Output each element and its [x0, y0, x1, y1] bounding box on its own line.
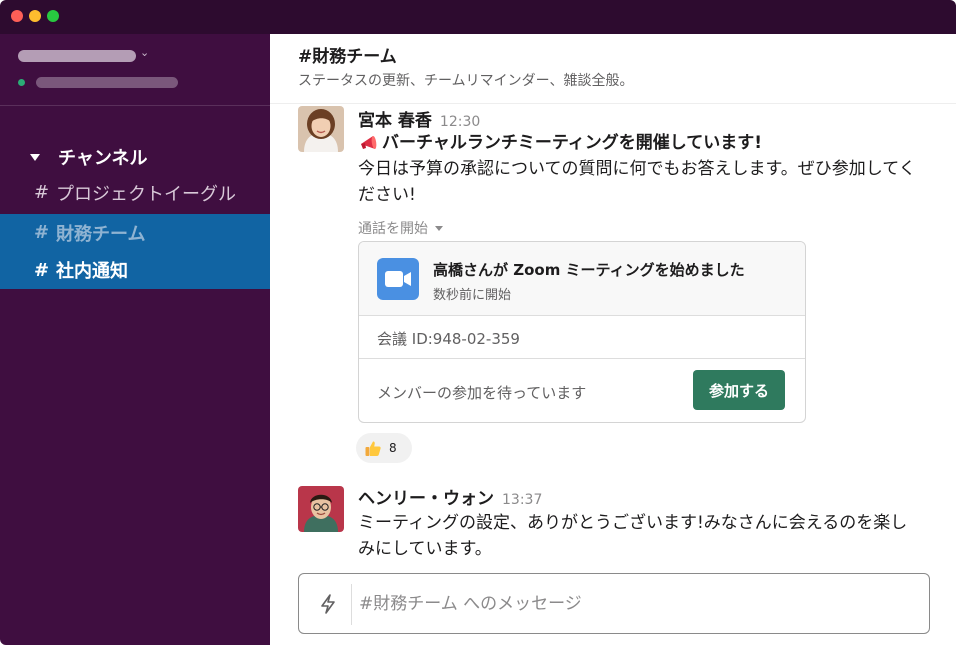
hash-icon: # — [34, 222, 50, 243]
chevron-down-icon: ⌄ — [140, 46, 150, 59]
sidebar-item-project-eagle[interactable]: # プロジェクトイーグル — [0, 174, 270, 211]
close-window-button[interactable] — [11, 10, 23, 22]
reaction-pill[interactable]: 8 — [356, 433, 412, 463]
waiting-text: メンバーの参加を待っています — [377, 384, 587, 402]
channel-view: #財務チーム ステータスの更新、チームリマインダー、雑談全般。 宮本 春香 12:… — [270, 34, 956, 645]
channel-header: #財務チーム ステータスの更新、チームリマインダー、雑談全般。 — [270, 34, 956, 104]
title-bar — [0, 0, 956, 34]
maximize-window-button[interactable] — [47, 10, 59, 22]
zoom-meeting-id-row: 会議 ID:948-02-359 — [359, 316, 805, 359]
message-headline: バーチャルランチミーティングを開催しています! — [358, 130, 762, 156]
sidebar: ⌄ チャンネル # プロジェクトイーグル # 財務チーム # 社内通知 — [0, 34, 270, 645]
user-name-placeholder — [36, 77, 178, 88]
message-sender[interactable]: ヘンリー・ウォン 13:37 — [358, 484, 542, 509]
headline-text: バーチャルランチミーティングを開催しています! — [382, 133, 763, 153]
sender-name[interactable]: ヘンリー・ウォン — [358, 489, 494, 509]
thumbs-up-icon — [365, 441, 381, 456]
hash-icon: # — [34, 259, 50, 281]
sidebar-item-label: 社内通知 — [56, 261, 128, 282]
sender-name[interactable]: 宮本 春香 — [358, 111, 432, 131]
message-sender[interactable]: 宮本 春香 12:30 — [358, 106, 480, 131]
call-start-menu[interactable]: 通話を開始 — [358, 218, 443, 238]
megaphone-icon — [361, 135, 377, 150]
zoom-call-title: 高橋さんが Zoom ミーティングを始めました — [433, 261, 745, 279]
message-timestamp[interactable]: 13:37 — [502, 492, 542, 508]
presence-status-icon — [18, 79, 25, 86]
workspace-name-placeholder — [18, 50, 136, 62]
zoom-call-card: 高橋さんが Zoom ミーティングを始めました 数秒前に開始 会議 ID:948… — [358, 241, 806, 423]
zoom-logo-icon — [377, 258, 419, 300]
message-body: ミーティングの設定、ありがとうございます!みなさんに会えるのを楽しみにしています… — [358, 513, 908, 559]
message-body: 今日は予算の承認についての質問に何でもお答えします。ぜひ参加してください! — [358, 159, 916, 205]
message-input[interactable] — [359, 586, 909, 622]
zoom-card-header: 高橋さんが Zoom ミーティングを始めました 数秒前に開始 — [359, 242, 805, 316]
sidebar-item-label: 財務チーム — [56, 223, 146, 245]
channel-topic: ステータスの更新、チームリマインダー、雑談全般。 — [298, 73, 634, 89]
avatar[interactable] — [298, 106, 344, 152]
workspace-header[interactable]: ⌄ — [0, 34, 270, 106]
sidebar-item-finance-team[interactable]: # 財務チーム — [0, 214, 270, 251]
composer-divider — [351, 584, 352, 625]
message-timestamp[interactable]: 12:30 — [440, 114, 480, 130]
message-composer — [298, 573, 930, 634]
caret-down-icon — [30, 153, 40, 161]
minimize-window-button[interactable] — [29, 10, 41, 22]
channel-title[interactable]: #財務チーム — [298, 42, 397, 67]
caret-down-icon — [435, 225, 443, 231]
app-window: ⌄ チャンネル # プロジェクトイーグル # 財務チーム # 社内通知 #財務チ… — [0, 0, 956, 645]
sidebar-item-announcements[interactable]: # 社内通知 — [0, 251, 270, 289]
lightning-bolt-icon[interactable] — [317, 592, 339, 616]
sidebar-item-label: プロジェクトイーグル — [56, 183, 236, 205]
join-call-button[interactable]: 参加する — [693, 370, 785, 410]
zoom-call-subtitle: 数秒前に開始 — [433, 288, 512, 303]
avatar[interactable] — [298, 486, 344, 532]
channels-section-toggle[interactable]: チャンネル — [30, 146, 148, 169]
reaction-count: 8 — [389, 441, 397, 455]
channels-section-label: チャンネル — [58, 148, 148, 169]
meeting-id: 会議 ID:948-02-359 — [377, 330, 520, 348]
call-label: 通話を開始 — [358, 221, 428, 237]
hash-icon: # — [34, 182, 50, 203]
